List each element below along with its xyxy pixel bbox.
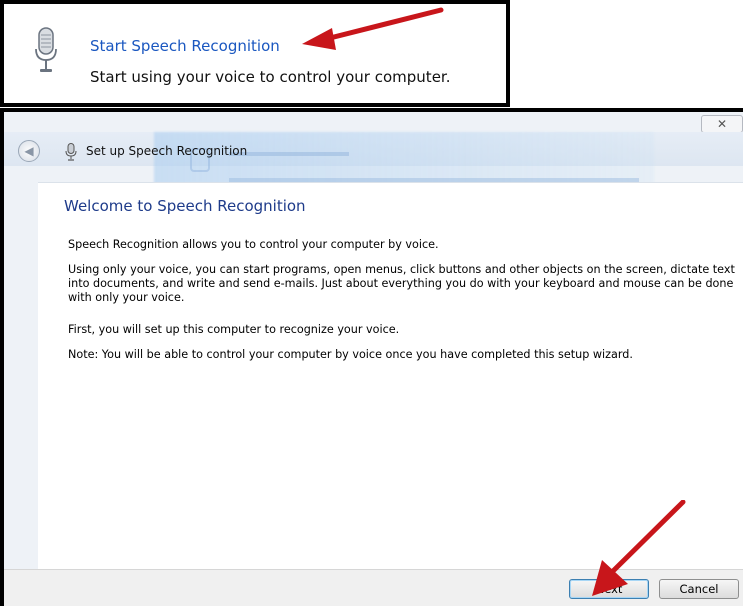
setup-paragraph: First, you will set up this computer to … xyxy=(68,323,400,336)
wizard-content: Welcome to Speech Recognition Speech Rec… xyxy=(38,182,743,570)
close-icon: ✕ xyxy=(716,117,728,131)
wizard-footer: Next Cancel xyxy=(4,569,743,606)
microphone-icon xyxy=(35,27,57,72)
page-heading: Welcome to Speech Recognition xyxy=(64,197,306,215)
note-paragraph: Note: You will be able to control your c… xyxy=(68,348,633,361)
close-button[interactable]: ✕ xyxy=(701,115,743,133)
description-paragraph: Using only your voice, you can start pro… xyxy=(68,263,735,304)
microphone-icon xyxy=(65,143,77,161)
start-speech-recognition-link[interactable]: Start Speech Recognition xyxy=(90,37,280,55)
background-window-ghost xyxy=(154,132,654,184)
back-button[interactable]: ◀ xyxy=(18,140,40,162)
next-button[interactable]: Next xyxy=(569,579,649,599)
back-arrow-icon: ◀ xyxy=(24,144,34,158)
cancel-button[interactable]: Cancel xyxy=(659,579,739,599)
intro-paragraph: Speech Recognition allows you to control… xyxy=(68,238,439,251)
callout-description: Start using your voice to control your c… xyxy=(90,68,451,86)
wizard-title: Set up Speech Recognition xyxy=(86,144,248,158)
start-speech-recognition-callout: Start Speech Recognition Start using you… xyxy=(0,0,510,107)
speech-recognition-wizard-window: ✕ ◀ Set up Speech Recognition Welcome to… xyxy=(0,108,743,606)
